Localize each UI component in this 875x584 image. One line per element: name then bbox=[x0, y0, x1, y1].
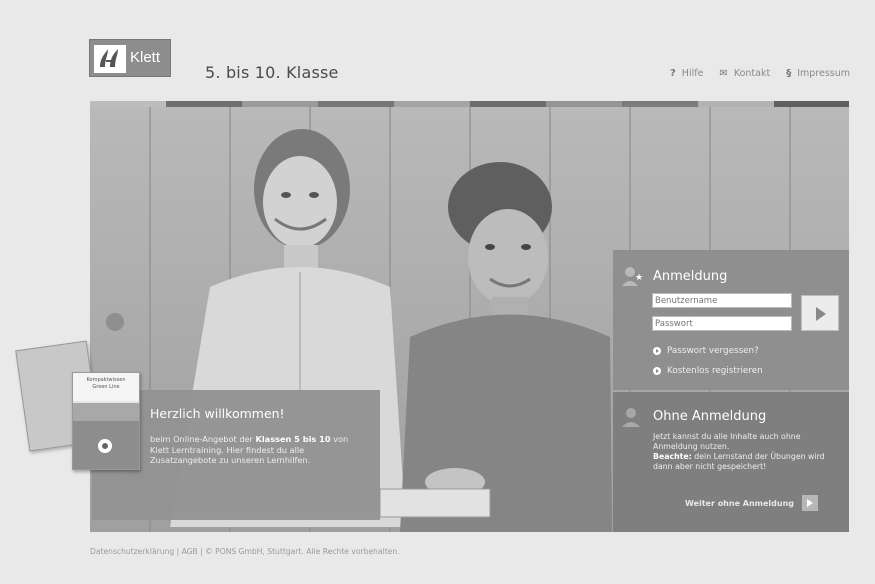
arrow-circle-icon bbox=[653, 347, 661, 355]
username-input[interactable] bbox=[652, 293, 792, 308]
continue-without-login-button[interactable]: Weiter ohne Anmeldung bbox=[685, 495, 819, 511]
question-icon: ? bbox=[669, 68, 676, 79]
nav-impressum-label: Impressum bbox=[797, 68, 850, 79]
klett-logo-icon bbox=[94, 45, 126, 73]
nav-kontakt-label: Kontakt bbox=[733, 68, 771, 79]
register-label: Kostenlos registrieren bbox=[667, 366, 763, 376]
disc-icon bbox=[98, 439, 112, 453]
user-icon bbox=[622, 408, 640, 427]
no-login-text-main: Jetzt kannst du alle Inhalte auch ohne A… bbox=[653, 432, 801, 451]
password-input[interactable] bbox=[652, 316, 792, 331]
login-submit-button[interactable] bbox=[801, 295, 839, 331]
nav-kontakt[interactable]: ✉ Kontakt bbox=[719, 68, 770, 79]
book-cover-label: Kompaktwissen Green Line bbox=[73, 373, 139, 401]
nav-hilfe-label: Hilfe bbox=[681, 68, 704, 79]
no-login-title: Ohne Anmeldung bbox=[653, 409, 767, 424]
login-panel: ★ Anmeldung Passwort vergessen? Kostenlo… bbox=[613, 250, 849, 390]
klett-logo[interactable]: Klett bbox=[89, 39, 171, 77]
svg-text:★: ★ bbox=[635, 273, 643, 283]
nav-hilfe[interactable]: ? Hilfe bbox=[670, 68, 703, 79]
welcome-text: beim Online-Angebot der Klassen 5 bis 10… bbox=[150, 434, 360, 466]
forgot-password-label: Passwort vergessen? bbox=[667, 346, 759, 356]
login-title: Anmeldung bbox=[653, 269, 728, 284]
no-login-panel: Ohne Anmeldung Jetzt kannst du alle Inha… bbox=[613, 392, 849, 532]
welcome-title: Herzlich willkommen! bbox=[150, 406, 285, 421]
forgot-password-link[interactable]: Passwort vergessen? bbox=[653, 346, 759, 356]
welcome-text-bold: Klassen 5 bis 10 bbox=[255, 434, 331, 444]
book-cover-line2: Green Line bbox=[92, 384, 120, 390]
no-login-note-label: Beachte: bbox=[653, 452, 692, 461]
arrow-circle-icon bbox=[653, 367, 661, 375]
register-link[interactable]: Kostenlos registrieren bbox=[653, 366, 763, 376]
nav-impressum[interactable]: § Impressum bbox=[786, 68, 850, 79]
page-title: 5. bis 10. Klasse bbox=[205, 63, 339, 82]
mail-icon: ✉ bbox=[719, 68, 728, 79]
play-icon bbox=[802, 495, 819, 511]
welcome-text-before: beim Online-Angebot der bbox=[150, 434, 256, 444]
continue-label: Weiter ohne Anmeldung bbox=[685, 498, 795, 508]
top-navigation: ? Hilfe ✉ Kontakt § Impressum bbox=[670, 68, 850, 79]
book-cover-line1: Kompaktwissen bbox=[86, 377, 126, 383]
logo-text: Klett bbox=[130, 49, 161, 66]
book-cover-green-line[interactable]: Kompaktwissen Green Line bbox=[72, 372, 140, 470]
book-cover-band bbox=[73, 403, 139, 421]
user-star-icon: ★ bbox=[622, 267, 643, 286]
no-login-text: Jetzt kannst du alle Inhalte auch ohne A… bbox=[653, 432, 839, 472]
paragraph-icon: § bbox=[786, 68, 792, 79]
page: Klett 5. bis 10. Klasse ? Hilfe ✉ Kontak… bbox=[0, 0, 875, 584]
footer-text: Datenschutzerklärung | AGB | © PONS GmbH… bbox=[90, 547, 400, 556]
